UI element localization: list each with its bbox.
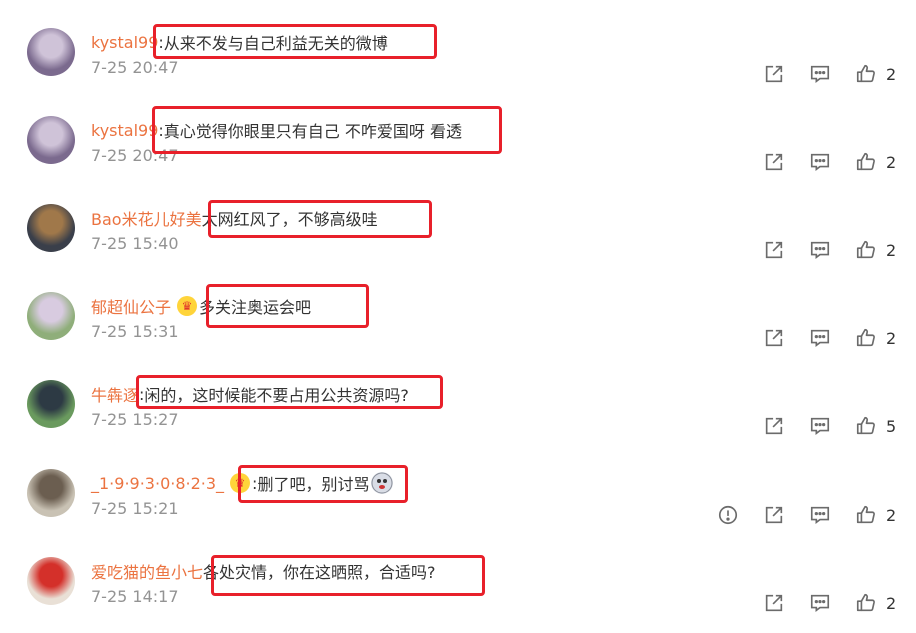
crown-badge-icon: ♛ [177, 296, 198, 316]
like-icon[interactable] [854, 503, 878, 527]
comment-icon[interactable] [808, 591, 832, 615]
comment-icon[interactable] [808, 414, 832, 438]
comment-icon[interactable] [808, 326, 832, 350]
comment-item: Bao米花儿好美 太网红风了，不够高级哇 7-25 15:40 2 [0, 204, 916, 292]
comment-item: _1·9·9·3·0·8·2·3_ ♛: 删了吧，别讨骂 7-25 15:21 2 [0, 469, 916, 557]
comment-actions: 5 [740, 414, 898, 438]
comment-actions: 2 [740, 62, 898, 86]
comment-actions: 2 [740, 150, 898, 174]
comment-actions: 2 [694, 503, 898, 527]
comment-text: 真心觉得你眼里只有自己 不咋爱国呀 看透 [163, 122, 462, 141]
avatar[interactable] [27, 204, 75, 252]
share-icon[interactable] [762, 326, 786, 350]
comment-item: 郁超仙公子 ♛ 多关注奥运会吧 7-25 15:31 2 [0, 292, 916, 380]
share-icon[interactable] [762, 62, 786, 86]
comment-icon[interactable] [808, 62, 832, 86]
timestamp: 7-25 15:31 [91, 322, 179, 341]
avatar[interactable] [27, 557, 75, 605]
comment-line: kystal99: 从来不发与自己利益无关的微博 [91, 28, 388, 56]
report-icon[interactable] [716, 503, 740, 527]
like-icon[interactable] [854, 326, 878, 350]
comment-text: 从来不发与自己利益无关的微博 [163, 34, 388, 53]
avatar[interactable] [27, 380, 75, 428]
share-icon[interactable] [762, 238, 786, 262]
comment-line: 爱吃猫的鱼小七 各处灾情，你在这晒照，合适吗? [91, 557, 436, 585]
comment-line: _1·9·9·3·0·8·2·3_ ♛: 删了吧，别讨骂 [91, 469, 394, 497]
timestamp: 7-25 14:17 [91, 587, 179, 606]
share-icon[interactable] [762, 150, 786, 174]
username-link[interactable]: kystal99 [91, 121, 158, 140]
comment-icon[interactable] [808, 503, 832, 527]
timestamp: 7-25 20:47 [91, 58, 179, 77]
comment-item: kystal99: 真心觉得你眼里只有自己 不咋爱国呀 看透 7-25 20:47 2 [0, 116, 916, 204]
username-link[interactable]: 牛犇逐 [91, 382, 139, 406]
like-count: 2 [886, 152, 897, 172]
comment-actions: 2 [740, 326, 898, 350]
share-icon[interactable] [762, 414, 786, 438]
comment-actions: 2 [740, 591, 898, 615]
share-icon[interactable] [762, 503, 786, 527]
timestamp: 7-25 20:47 [91, 146, 179, 165]
avatar[interactable] [27, 469, 75, 517]
like-icon[interactable] [854, 150, 878, 174]
comment-item: kystal99: 从来不发与自己利益无关的微博 7-25 20:47 2 [0, 28, 916, 116]
comment-text: 太网红风了，不够高级哇 [201, 210, 378, 229]
comment-icon[interactable] [808, 238, 832, 262]
comment-text: 删了吧，别讨骂 [257, 475, 370, 494]
like-count: 2 [886, 64, 897, 84]
username-link[interactable]: 爱吃猫的鱼小七 [91, 559, 203, 583]
username-link[interactable]: 郁超仙公子 [91, 294, 171, 318]
comment-text: 各处灾情，你在这晒照，合适吗? [203, 563, 436, 582]
comment-line: kystal99: 真心觉得你眼里只有自己 不咋爱国呀 看透 [91, 116, 462, 144]
comment-item: 爱吃猫的鱼小七 各处灾情，你在这晒照，合适吗? 7-25 14:17 2 [0, 557, 916, 633]
comment-item: 牛犇逐: 闲的，这时候能不要占用公共资源吗? 7-25 15:27 5 [0, 380, 916, 468]
comment-line: 牛犇逐: 闲的，这时候能不要占用公共资源吗? [91, 380, 409, 408]
crown-badge-icon: ♛ [230, 473, 251, 493]
timestamp: 7-25 15:27 [91, 410, 179, 429]
like-icon[interactable] [854, 591, 878, 615]
emoji-icon [371, 472, 394, 494]
like-count: 2 [886, 593, 897, 613]
username-link[interactable]: kystal99 [91, 33, 158, 52]
avatar[interactable] [27, 116, 75, 164]
like-icon[interactable] [854, 414, 878, 438]
username-link[interactable]: Bao米花儿好美 [91, 206, 202, 230]
like-count: 2 [886, 505, 897, 525]
comment-icon[interactable] [808, 150, 832, 174]
share-icon[interactable] [762, 591, 786, 615]
like-count: 2 [886, 240, 897, 260]
like-count: 2 [886, 328, 897, 348]
comment-text: 多关注奥运会吧 [199, 298, 312, 317]
username-link[interactable]: _1·9·9·3·0·8·2·3_ [91, 474, 224, 493]
timestamp: 7-25 15:40 [91, 234, 179, 253]
avatar[interactable] [27, 292, 75, 340]
comment-line: 郁超仙公子 ♛ 多关注奥运会吧 [91, 292, 311, 320]
timestamp: 7-25 15:21 [91, 499, 179, 518]
comment-actions: 2 [740, 238, 898, 262]
comment-line: Bao米花儿好美 太网红风了，不够高级哇 [91, 204, 378, 232]
comment-text: 闲的，这时候能不要占用公共资源吗? [144, 386, 409, 405]
avatar[interactable] [27, 28, 75, 76]
like-icon[interactable] [854, 62, 878, 86]
like-icon[interactable] [854, 238, 878, 262]
like-count: 5 [886, 416, 897, 436]
